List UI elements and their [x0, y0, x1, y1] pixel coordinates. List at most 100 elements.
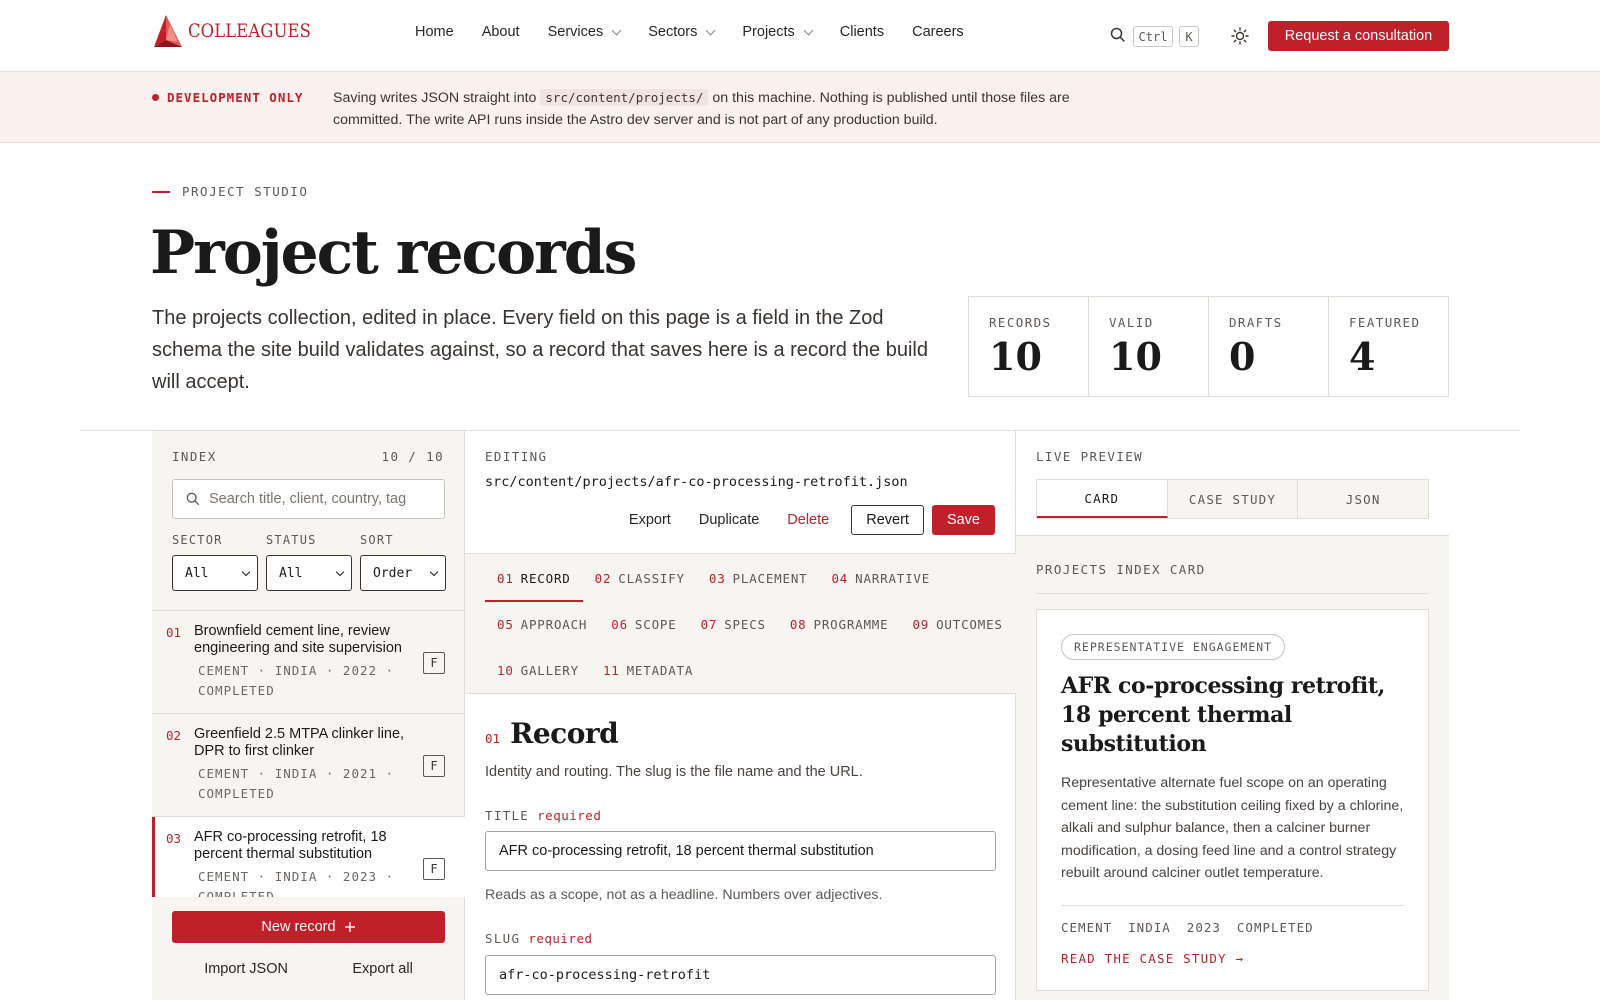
stat-value: 4: [1349, 334, 1376, 379]
banner-tag: DEVELOPMENT ONLY: [152, 90, 303, 105]
tab-label: METADATA: [626, 662, 694, 678]
record-item[interactable]: 01 Brownfield cement line, review engine…: [152, 611, 465, 714]
select-value: All: [279, 565, 303, 581]
top-navigation-bar: COLLEAGUES Home About Services Sectors Proje…: [0, 0, 1600, 72]
save-button[interactable]: Save: [931, 505, 995, 535]
tab-label: OUTCOMES: [936, 616, 1003, 632]
stat-label: FEATURED: [1349, 315, 1421, 330]
card-description: Representative alternate fuel scope on a…: [1061, 775, 1404, 881]
slug-input[interactable]: afr-co-processing-retrofit: [485, 955, 996, 995]
title-label-text: TITLE: [485, 808, 530, 823]
status-select[interactable]: All: [266, 555, 352, 591]
chevron-down-icon: [705, 25, 716, 35]
record-number: 01: [166, 625, 182, 640]
chevron-down-icon: [241, 567, 251, 576]
tab-classify[interactable]: 02 CLASSIFY: [583, 556, 697, 602]
tab-label: PROGRAMME: [813, 616, 889, 632]
filter-label: SECTOR: [172, 533, 223, 547]
duplicate-button[interactable]: Duplicate: [685, 512, 773, 528]
chevron-down-icon: [335, 567, 345, 576]
tab-number: 02: [594, 570, 612, 586]
record-body: Greenfield 2.5 MTPA clinker line, DPR to…: [194, 726, 447, 804]
title-hint: Reads as a scope, not as a headline. Num…: [485, 887, 883, 903]
nav-item-home[interactable]: Home: [415, 24, 454, 40]
stat-label: RECORDS: [989, 315, 1052, 330]
page-title: Project records: [150, 218, 637, 288]
nav-item-projects[interactable]: Projects: [742, 24, 814, 40]
tab-label: SPECS: [724, 616, 766, 632]
index-search-input[interactable]: Search title, client, country, tag: [172, 479, 445, 519]
record-meta: CEMENT · INDIA · 2023 · COMPLETED: [198, 869, 395, 897]
request-consultation-button[interactable]: Request a consultation: [1268, 21, 1449, 51]
preview-sub-label: PROJECTS INDEX CARD: [1036, 562, 1206, 577]
index-label: INDEX: [172, 449, 217, 464]
select-value: Order: [373, 565, 413, 581]
nav-item-clients[interactable]: Clients: [840, 24, 884, 40]
tab-narrative[interactable]: 04 NARRATIVE: [819, 556, 942, 602]
main-nav: Home About Services Sectors Projects Clients C…: [415, 24, 992, 40]
tab-gallery[interactable]: 10 GALLERY: [485, 648, 591, 694]
tab-record[interactable]: 01 RECORD: [485, 556, 583, 602]
plus-icon: [344, 922, 355, 932]
title-field-label: TITLE required: [485, 808, 601, 823]
tab-label: PLACEMENT: [732, 570, 808, 586]
tab-card[interactable]: CARD: [1037, 480, 1168, 518]
card-divider: [1061, 904, 1404, 906]
tab-specs[interactable]: 07 SPECS: [689, 602, 778, 648]
nav-item-label: Home: [415, 24, 454, 40]
record-item[interactable]: 02 Greenfield 2.5 MTPA clinker line, DPR…: [152, 714, 465, 817]
card-meta-year: 2023: [1186, 919, 1221, 935]
chevron-down-icon: [429, 567, 439, 576]
preview-label: LIVE PREVIEW: [1036, 449, 1144, 464]
tab-placement[interactable]: 03 PLACEMENT: [697, 556, 820, 602]
nav-item-about[interactable]: About: [482, 24, 520, 40]
record-meta: CEMENT · INDIA · 2021 · COMPLETED: [198, 766, 395, 801]
read-case-study-link[interactable]: READ THE CASE STUDY →: [1061, 951, 1404, 966]
tab-number: 07: [700, 616, 718, 632]
nav-item-careers[interactable]: Careers: [912, 24, 964, 40]
banner-text-before: Saving writes JSON straight into: [333, 90, 537, 106]
editor-file-path: src/content/projects/afr-co-processing-r…: [485, 474, 908, 490]
tab-number: 08: [789, 616, 807, 632]
filter-label: STATUS: [266, 533, 317, 547]
tab-case-study[interactable]: CASE STUDY: [1168, 480, 1299, 518]
export-all-button[interactable]: Export all: [352, 961, 412, 977]
tab-label: GALLERY: [520, 662, 579, 678]
sector-select[interactable]: All: [172, 555, 258, 591]
title-input[interactable]: AFR co-processing retrofit, 18 percent t…: [485, 831, 996, 871]
record-list: 01 Brownfield cement line, review engine…: [152, 610, 465, 897]
nav-item-sectors[interactable]: Sectors: [648, 24, 716, 40]
shortcut-k-key: K: [1179, 26, 1199, 47]
section-title: Record: [510, 717, 619, 750]
delete-button[interactable]: Delete: [773, 512, 843, 528]
tab-json[interactable]: JSON: [1298, 480, 1428, 518]
tab-metadata[interactable]: 11 METADATA: [591, 648, 705, 694]
sort-select[interactable]: Order: [360, 555, 446, 591]
stat-label: DRAFTS: [1229, 315, 1283, 330]
nav-item-services[interactable]: Services: [548, 24, 622, 40]
new-record-label: New record: [261, 919, 336, 935]
search-icon[interactable]: [1110, 27, 1126, 43]
stat-value: 10: [989, 334, 1042, 379]
tab-outcomes[interactable]: 09 OUTCOMES: [900, 602, 1014, 648]
tab-programme[interactable]: 08 PROGRAMME: [778, 602, 901, 648]
revert-button[interactable]: Revert: [851, 505, 924, 535]
new-record-button[interactable]: New record: [172, 911, 445, 943]
record-body: Brownfield cement line, review engineeri…: [194, 623, 447, 701]
export-button[interactable]: Export: [615, 512, 685, 528]
sun-icon[interactable]: [1231, 27, 1249, 45]
record-meta: CEMENT · INDIA · 2022 · COMPLETED: [198, 663, 395, 698]
tab-scope[interactable]: 06 SCOPE: [599, 602, 688, 648]
index-panel: INDEX 10 / 10 Search title, client, coun…: [152, 431, 465, 1000]
card-meta-status: COMPLETED: [1236, 919, 1314, 935]
index-actions: Import JSON Export all: [172, 961, 445, 977]
preview-body: PROJECTS INDEX CARD REPRESENTATIVE ENGAG…: [1016, 535, 1449, 1000]
brand-logo[interactable]: COLLEAGUES: [152, 14, 331, 48]
featured-badge: F: [423, 858, 445, 880]
import-json-button[interactable]: Import JSON: [204, 961, 288, 977]
status-dot-icon: [152, 94, 159, 101]
record-title: AFR co-processing retrofit, 18 percent t…: [194, 829, 387, 862]
tab-approach[interactable]: 05 APPROACH: [485, 602, 599, 648]
record-item-selected[interactable]: 03 AFR co-processing retrofit, 18 percen…: [152, 817, 465, 897]
editor-actions: Export Duplicate Delete Revert Save: [615, 505, 995, 535]
